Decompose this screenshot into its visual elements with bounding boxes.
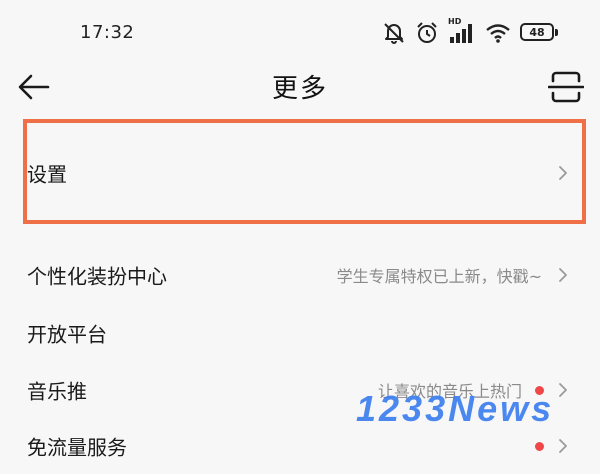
status-bar: 17:32 HD 48	[0, 0, 600, 62]
page-title: 更多	[271, 74, 328, 104]
navigation-bar: 更多	[0, 62, 600, 112]
highlight-box	[23, 119, 586, 224]
scan-icon	[547, 71, 585, 103]
alarm-icon	[415, 21, 439, 45]
battery-icon: 48	[520, 23, 560, 43]
menu-item-label: 免流量服务	[27, 435, 127, 460]
status-icons: HD 48	[382, 17, 560, 46]
menu-item-open-platform[interactable]: 开放平台	[0, 305, 600, 361]
menu-item-music-promote[interactable]: 音乐推 让喜欢的音乐上热门	[0, 362, 600, 418]
network-type-label: HD	[448, 17, 462, 26]
menu-item-hint: 学生专属特权已上新，快戳~	[336, 267, 542, 286]
menu-item-label: 开放平台	[27, 322, 107, 347]
menu-item-label: 个性化装扮中心	[27, 264, 167, 289]
chevron-right-icon	[559, 383, 567, 397]
menu-item-hint: 让喜欢的音乐上热门	[377, 382, 522, 401]
chevron-right-icon	[559, 268, 567, 282]
mute-icon	[382, 21, 406, 45]
signal-icon: HD	[448, 17, 476, 45]
wifi-icon	[485, 21, 511, 45]
notification-dot	[535, 386, 544, 395]
menu-item-label: 音乐推	[27, 379, 87, 404]
battery-level: 48	[520, 23, 554, 41]
status-time: 17:32	[80, 22, 135, 43]
menu-item-theme-center[interactable]: 个性化装扮中心 学生专属特权已上新，快戳~	[0, 247, 600, 303]
chevron-right-icon	[559, 439, 567, 453]
scan-button[interactable]	[547, 70, 585, 104]
battery-cap	[555, 29, 558, 36]
menu-item-data-free-service[interactable]: 免流量服务	[0, 418, 600, 474]
